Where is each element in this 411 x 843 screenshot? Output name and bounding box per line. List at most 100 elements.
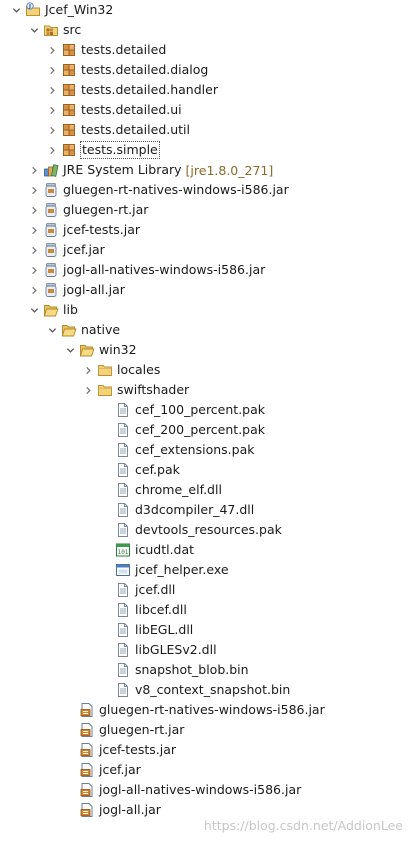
tree-item[interactable]: tests.simple (0, 140, 411, 160)
tree-item[interactable]: tests.detailed (0, 40, 411, 60)
tree-item-label: cef.pak (135, 462, 180, 477)
tree-item-label: cef_200_percent.pak (135, 422, 266, 437)
chevron-right-icon[interactable] (80, 360, 96, 380)
chevron-down-icon[interactable] (26, 300, 42, 320)
chevron-down-icon[interactable] (8, 0, 24, 20)
tree-item[interactable]: devtools_resources.pak (0, 520, 411, 540)
svg-text:101: 101 (118, 549, 129, 556)
tree-item[interactable]: jcef-tests.jar (0, 220, 411, 240)
tree-item[interactable]: libcef.dll (0, 600, 411, 620)
tree-item[interactable]: jogl-all-natives-windows-i586.jar (0, 260, 411, 280)
package-icon (61, 42, 77, 58)
tree-item[interactable]: win32 (0, 340, 411, 360)
tree-item-label: tests.detailed (81, 42, 167, 57)
tree-item[interactable]: jcef.jar (0, 240, 411, 260)
tree-item[interactable]: locales (0, 360, 411, 380)
folder-icon (97, 362, 113, 378)
tree-item-label: jcef.jar (63, 242, 105, 257)
file-icon (115, 462, 131, 478)
tree-item-label: gluegen-rt.jar (63, 202, 149, 217)
tree-item[interactable]: gluegen-rt.jar (0, 720, 411, 740)
tree-item[interactable]: jogl-all.jar (0, 280, 411, 300)
tree-item[interactable]: cef_200_percent.pak (0, 420, 411, 440)
tree-item[interactable]: jcef-tests.jar (0, 740, 411, 760)
chevron-right-icon[interactable] (80, 380, 96, 400)
tree-item[interactable]: jogl-all.jar (0, 800, 411, 820)
chevron-right-icon[interactable] (44, 60, 60, 80)
tree-item-label: icudtl.dat (135, 542, 195, 557)
chevron-right-icon[interactable] (26, 180, 42, 200)
chevron-down-icon[interactable] (44, 320, 60, 340)
file-icon (115, 402, 131, 418)
chevron-right-icon[interactable] (26, 220, 42, 240)
tree-item[interactable]: gluegen-rt-natives-windows-i586.jar (0, 180, 411, 200)
tree-item[interactable]: libGLESv2.dll (0, 640, 411, 660)
tree-item-label: src (63, 22, 82, 37)
tree-item[interactable]: J Jcef_Win32 (0, 0, 411, 20)
tree-item-label: jcef.dll (135, 582, 176, 597)
tree-item[interactable]: swiftshader (0, 380, 411, 400)
tree-item[interactable]: src (0, 20, 411, 40)
tree-item[interactable]: native (0, 320, 411, 340)
tree-item[interactable]: tests.detailed.util (0, 120, 411, 140)
tree-item[interactable]: jcef_helper.exe (0, 560, 411, 580)
chevron-down-icon[interactable] (62, 340, 78, 360)
folder-icon (97, 382, 113, 398)
tree-item[interactable]: 101 icudtl.dat (0, 540, 411, 560)
tree-item-label: jcef.jar (99, 762, 141, 777)
tree-item[interactable]: tests.detailed.dialog (0, 60, 411, 80)
tree-item-label: jogl-all-natives-windows-i586.jar (63, 262, 266, 277)
jar-reference-icon (43, 182, 59, 198)
svg-text:J: J (28, 4, 31, 10)
folder-open-icon (61, 322, 77, 338)
tree-item[interactable]: gluegen-rt.jar (0, 200, 411, 220)
chevron-right-icon[interactable] (44, 40, 60, 60)
tree-item[interactable]: JRE System Library [jre1.8.0_271] (0, 160, 411, 180)
jar-file-icon (79, 802, 95, 818)
chevron-right-icon[interactable] (44, 80, 60, 100)
chevron-right-icon[interactable] (44, 100, 60, 120)
source-folder-icon (43, 22, 59, 38)
tree-item[interactable]: cef_extensions.pak (0, 440, 411, 460)
chevron-right-icon[interactable] (44, 120, 60, 140)
tree-item-label: libcef.dll (135, 602, 187, 617)
tree-item[interactable]: jogl-all-natives-windows-i586.jar (0, 780, 411, 800)
tree-item[interactable]: d3dcompiler_47.dll (0, 500, 411, 520)
tree-item[interactable]: jcef.dll (0, 580, 411, 600)
tree-item[interactable]: v8_context_snapshot.bin (0, 680, 411, 700)
chevron-right-icon[interactable] (26, 280, 42, 300)
tree-item[interactable]: snapshot_blob.bin (0, 660, 411, 680)
tree-item[interactable]: gluegen-rt-natives-windows-i586.jar (0, 700, 411, 720)
tree-item-label: cef_extensions.pak (135, 442, 255, 457)
chevron-right-icon[interactable] (44, 140, 60, 160)
tree-item[interactable]: cef_100_percent.pak (0, 400, 411, 420)
tree-item-label: lib (63, 302, 78, 317)
chevron-right-icon[interactable] (26, 260, 42, 280)
tree-item[interactable]: tests.detailed.handler (0, 80, 411, 100)
chevron-right-icon[interactable] (26, 160, 42, 180)
chevron-right-icon[interactable] (26, 240, 42, 260)
tree-item-label: gluegen-rt-natives-windows-i586.jar (63, 182, 289, 197)
tree-item[interactable]: chrome_elf.dll (0, 480, 411, 500)
jar-reference-icon (43, 242, 59, 258)
tree-item[interactable]: lib (0, 300, 411, 320)
file-icon (115, 662, 131, 678)
chevron-right-icon[interactable] (26, 200, 42, 220)
tree-item[interactable]: cef.pak (0, 460, 411, 480)
chevron-down-icon[interactable] (26, 20, 42, 40)
tree-item[interactable]: tests.detailed.ui (0, 100, 411, 120)
tree-item[interactable]: jcef.jar (0, 760, 411, 780)
tree-item[interactable]: libEGL.dll (0, 620, 411, 640)
tree-item-label: libGLESv2.dll (135, 642, 217, 657)
file-icon (115, 582, 131, 598)
